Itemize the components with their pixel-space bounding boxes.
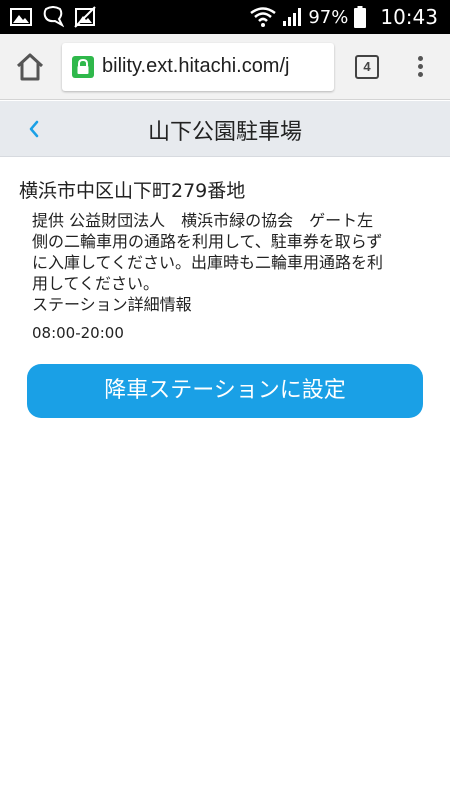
notification-icons [10, 6, 96, 28]
signal-icon [283, 8, 302, 26]
no-image-icon [74, 6, 96, 28]
chat-icon [43, 6, 64, 28]
page-header: 山下公園駐車場 [0, 101, 450, 157]
system-icons: 97% 10:43 [250, 0, 438, 34]
wifi-icon [250, 7, 277, 27]
status-bar: 97% 10:43 [0, 0, 450, 34]
battery-percent: 97% [308, 6, 349, 28]
battery-icon [354, 6, 367, 28]
home-icon [16, 53, 44, 81]
overflow-menu-button[interactable] [408, 53, 432, 83]
dot-icon [417, 72, 423, 77]
set-dropoff-station-button[interactable]: 降車ステーションに設定 [27, 364, 423, 418]
url-bar[interactable]: bility.ext.hitachi.com/j [62, 43, 334, 91]
lock-icon [72, 56, 94, 78]
home-button[interactable] [14, 51, 46, 83]
station-description: 提供 公益財団法人 横浜市緑の協会 ゲート左 側の二輪車用の通路を利用して、駐車… [32, 210, 432, 315]
description-line: 側の二輪車用の通路を利用して、駐車券を取らず [32, 232, 383, 251]
dot-icon [417, 64, 423, 69]
station-address: 横浜市中区山下町279番地 [19, 180, 246, 202]
description-line: 用してください。 [32, 274, 160, 293]
station-details-link: ステーション詳細情報 [32, 295, 192, 314]
clock: 10:43 [380, 5, 438, 29]
description-line: に入庫してください。出庫時も二輪車用通路を利 [32, 253, 384, 272]
page-title: 山下公園駐車場 [147, 120, 302, 145]
url-text: bility.ext.hitachi.com/j [102, 55, 290, 77]
description-line: 提供 公益財団法人 横浜市緑の協会 ゲート左 [32, 211, 374, 230]
opening-hours: 08:00-20:00 [32, 324, 124, 342]
dot-icon [417, 56, 423, 61]
tab-switcher-button[interactable]: 4 [355, 55, 379, 79]
browser-toolbar: bility.ext.hitachi.com/j 4 [0, 34, 450, 100]
image-icon [10, 8, 32, 26]
